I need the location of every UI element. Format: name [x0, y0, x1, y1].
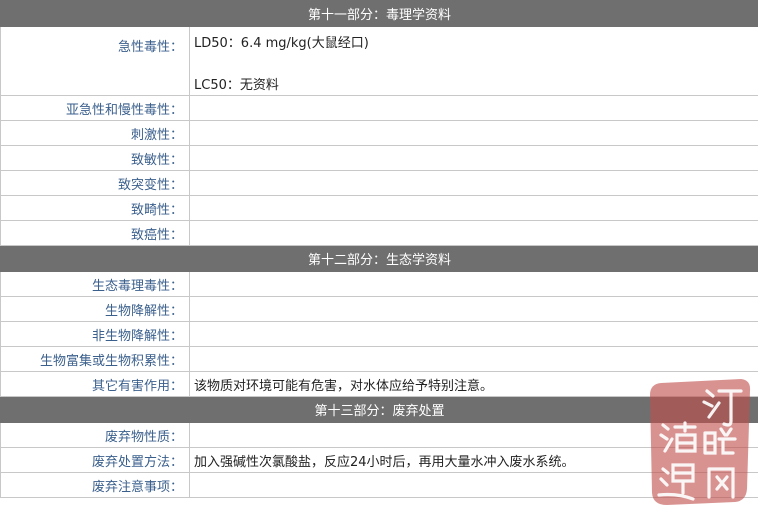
row-disposal-notes: 废弃注意事项：: [0, 472, 758, 498]
field-label: 亚急性和慢性毒性：: [0, 95, 190, 121]
field-value: [188, 271, 758, 297]
row-bioaccumulation: 生物富集或生物积累性：: [0, 346, 758, 372]
row-other-hazards: 其它有害作用： 该物质对环境可能有危害，对水体应给予特别注意。: [0, 371, 758, 397]
section-title: 第十二部分：生态学资料: [0, 245, 758, 272]
field-value: [188, 220, 758, 246]
field-value: [188, 170, 758, 196]
field-value: [188, 346, 758, 372]
field-label: 致畸性：: [0, 195, 190, 221]
section-title: 第十三部分：废弃处置: [0, 396, 758, 423]
field-value: [188, 422, 758, 448]
row-ecotoxicity: 生态毒理毒性：: [0, 271, 758, 297]
field-label: 其它有害作用：: [0, 371, 190, 397]
field-value: 加入强碱性次氯酸盐，反应24小时后，再用大量水冲入废水系统。: [188, 447, 758, 473]
field-value: [188, 120, 758, 146]
field-value: [188, 321, 758, 347]
field-value: [188, 296, 758, 322]
section-header-toxicology: 第十一部分：毒理学资料: [0, 0, 758, 27]
field-label: 刺激性：: [0, 120, 190, 146]
ld50-line: LD50：6.4 mg/kg(大鼠经口): [194, 36, 369, 51]
section-header-ecology: 第十二部分：生态学资料: [0, 245, 758, 272]
row-waste-nature: 废弃物性质：: [0, 422, 758, 448]
field-value: LD50：6.4 mg/kg(大鼠经口) LC50：无资料: [188, 26, 758, 96]
field-value: 该物质对环境可能有危害，对水体应给予特别注意。: [188, 371, 758, 397]
row-acute-toxicity: 急性毒性： LD50：6.4 mg/kg(大鼠经口) LC50：无资料: [0, 26, 758, 96]
section-header-disposal: 第十三部分：废弃处置: [0, 396, 758, 423]
msds-sheet: 第十一部分：毒理学资料 急性毒性： LD50：6.4 mg/kg(大鼠经口) L…: [0, 0, 758, 498]
row-chronic-toxicity: 亚急性和慢性毒性：: [0, 95, 758, 121]
field-label: 非生物降解性：: [0, 321, 190, 347]
field-label: 生物降解性：: [0, 296, 190, 322]
row-disposal-method: 废弃处置方法： 加入强碱性次氯酸盐，反应24小时后，再用大量水冲入废水系统。: [0, 447, 758, 473]
field-value: [188, 472, 758, 498]
field-label: 生物富集或生物积累性：: [0, 346, 190, 372]
row-sensitization: 致敏性：: [0, 145, 758, 171]
field-label: 废弃注意事项：: [0, 472, 190, 498]
section-title: 第十一部分：毒理学资料: [0, 0, 758, 27]
field-value: [188, 195, 758, 221]
field-label: 废弃物性质：: [0, 422, 190, 448]
field-value: [188, 145, 758, 171]
field-label: 生态毒理毒性：: [0, 271, 190, 297]
field-label: 致突变性：: [0, 170, 190, 196]
field-value: [188, 95, 758, 121]
field-label: 急性毒性：: [0, 26, 190, 96]
row-mutagenicity: 致突变性：: [0, 170, 758, 196]
row-teratogenicity: 致畸性：: [0, 195, 758, 221]
field-label: 废弃处置方法：: [0, 447, 190, 473]
msds-table: 第十一部分：毒理学资料 急性毒性： LD50：6.4 mg/kg(大鼠经口) L…: [0, 0, 758, 498]
field-label: 致敏性：: [0, 145, 190, 171]
row-irritation: 刺激性：: [0, 120, 758, 146]
row-biodegradability: 生物降解性：: [0, 296, 758, 322]
row-carcinogenicity: 致癌性：: [0, 220, 758, 246]
field-label: 致癌性：: [0, 220, 190, 246]
row-abiotic-degradation: 非生物降解性：: [0, 321, 758, 347]
lc50-line: LC50：无资料: [194, 78, 279, 93]
